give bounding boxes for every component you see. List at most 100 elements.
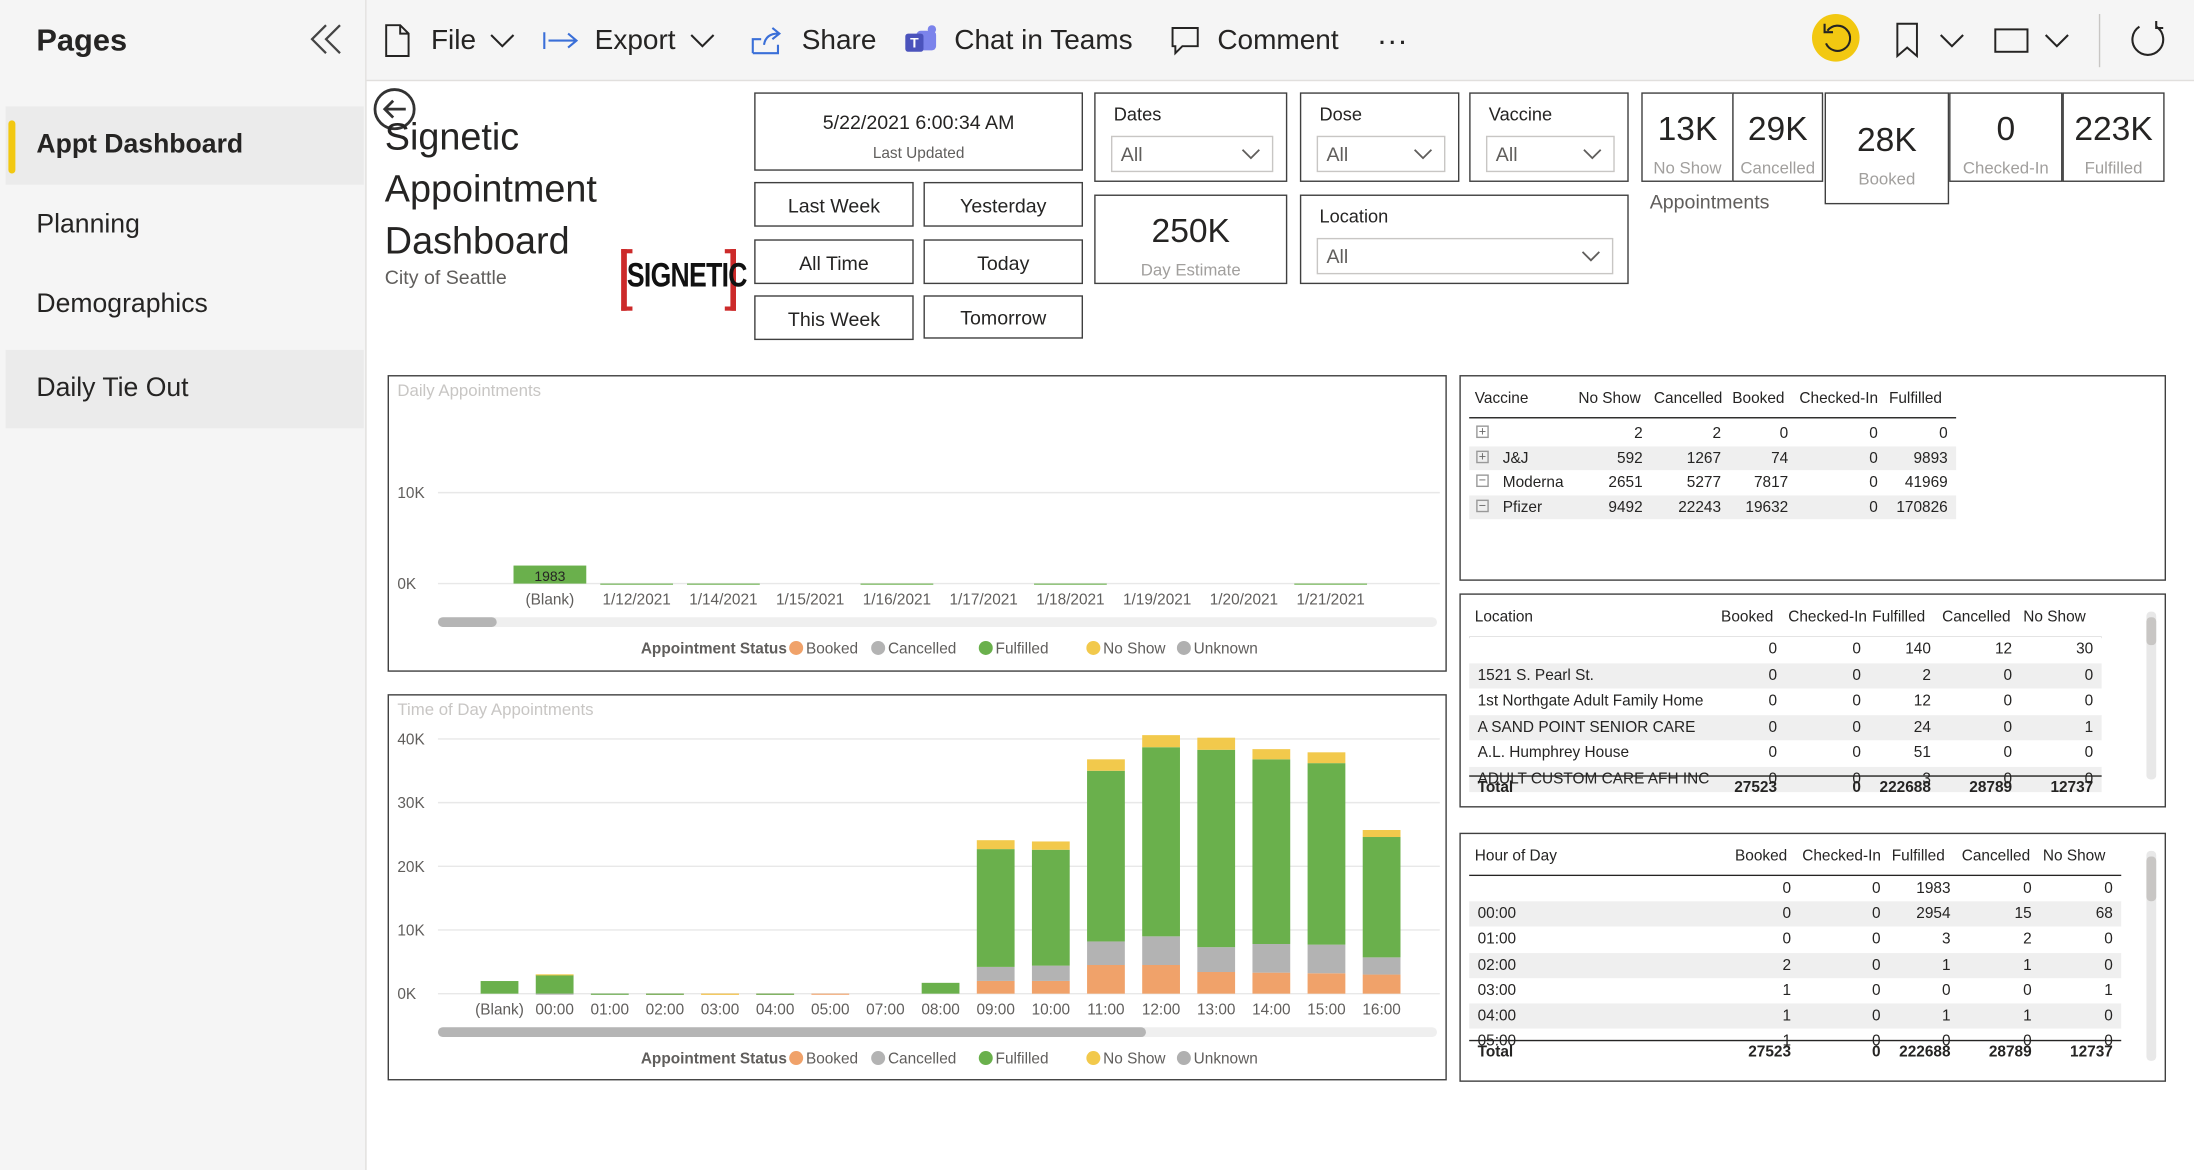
bar-segment-booked[interactable] [811,993,850,995]
bar-segment-fulfilled[interactable] [687,583,760,585]
bar-segment-fulfilled[interactable] [646,993,684,995]
bar-segment-no-show[interactable] [701,993,739,995]
bar-segment-fulfilled[interactable] [1294,583,1368,585]
expand-icon[interactable]: + [1476,449,1489,463]
column-header[interactable]: Booked [1729,848,1796,865]
column-header[interactable]: Checked-In [1797,848,1887,865]
vaccine-dropdown[interactable]: All [1485,135,1615,173]
bar-segment-fulfilled[interactable] [600,583,674,585]
last-week-button[interactable]: Last Week [754,181,914,227]
column-header[interactable]: Booked [1715,609,1782,626]
comment-button[interactable]: Comment [1170,20,1339,62]
bar-segment-cancelled[interactable] [1252,943,1291,973]
scrollbar-track[interactable] [437,617,1438,627]
bar-segment-cancelled[interactable] [535,993,574,995]
view-button[interactable] [1994,21,2072,60]
scrollbar-thumb[interactable] [437,617,497,627]
bar-segment-cancelled[interactable] [976,966,1015,981]
bar-segment-booked[interactable] [1031,980,1070,994]
location-table[interactable]: Location Booked Checked-In Fulfilled Cancell… [1459,593,2167,808]
column-header[interactable]: No Show [1573,390,1649,407]
bar-segment-fulfilled[interactable] [1087,770,1125,942]
dose-dropdown[interactable]: All [1316,135,1446,173]
column-header[interactable]: Checked-In [1783,609,1866,626]
bar-segment-cancelled[interactable] [1087,941,1125,966]
location-dropdown[interactable]: All [1316,237,1614,275]
today-button[interactable]: Today [923,239,1084,285]
vaccine-table[interactable]: Vaccine No Show Cancelled Booked Checked-In F… [1459,375,2167,581]
bar-segment-fulfilled[interactable] [860,583,934,585]
column-header[interactable]: Location [1469,609,1715,626]
bar-segment-booked[interactable] [1362,974,1401,994]
collapse-icon[interactable]: − [1476,498,1489,512]
bar-segment-no-show[interactable] [1142,735,1180,748]
bar-segment-fulfilled[interactable] [590,993,629,995]
bar-segment-booked[interactable] [1307,973,1346,994]
table-scrollbar-thumb[interactable] [2146,617,2157,646]
bar-segment-cancelled[interactable] [1031,965,1070,981]
bar-segment-fulfilled[interactable] [976,849,1015,967]
bar-segment-cancelled[interactable] [1362,957,1401,975]
bar-segment-fulfilled[interactable] [480,981,519,994]
scrollbar-thumb[interactable] [437,1027,1146,1038]
refresh-button[interactable] [2128,20,2167,66]
collapse-pane-icon[interactable] [305,20,347,62]
column-header[interactable]: Hour of Day [1469,848,1729,865]
column-header[interactable]: Checked-In [1794,390,1884,407]
bar-segment-fulfilled[interactable] [1252,759,1291,944]
yesterday-button[interactable]: Yesterday [923,181,1084,227]
bar-segment-fulfilled[interactable] [756,993,795,995]
bar-segment-booked[interactable] [1142,965,1180,994]
expand-icon[interactable]: + [1476,425,1489,439]
bar-segment-no-show[interactable] [1197,737,1236,750]
column-header[interactable]: Fulfilled [1883,390,1953,407]
export-menu-button[interactable]: Export [543,20,715,62]
page-tab-planning[interactable]: Planning [6,186,364,264]
column-header[interactable]: Booked [1727,390,1794,407]
bar-segment-fulfilled[interactable] [1031,849,1070,966]
bar-segment-no-show[interactable] [1252,749,1291,760]
bookmark-button[interactable] [1895,21,1965,60]
column-header[interactable]: No Show [2018,609,2099,626]
bar-segment-fulfilled[interactable] [1362,837,1401,958]
bar-segment-cancelled[interactable] [1142,936,1180,966]
column-header[interactable]: Cancelled [1956,848,2037,865]
column-header[interactable]: Fulfilled [1867,609,1937,626]
table-scrollbar-thumb[interactable] [2146,856,2157,902]
bar-segment-no-show[interactable] [976,840,1015,850]
bar-segment-fulfilled[interactable] [535,974,574,994]
bar-segment-fulfilled[interactable] [1142,747,1180,937]
share-button[interactable]: Share [750,20,876,62]
hour-of-day-table[interactable]: Hour of Day Booked Checked-In Fulfilled Canc… [1459,832,2167,1082]
more-options-button[interactable]: ··· [1377,20,1408,62]
bar-segment-booked[interactable] [1252,972,1291,994]
column-header[interactable]: Vaccine [1469,390,1573,407]
bar-segment-fulfilled[interactable] [1034,583,1107,585]
bar-segment-booked[interactable] [1197,972,1236,994]
bar-segment-cancelled[interactable] [1197,947,1236,973]
bar-segment-fulfilled[interactable] [1197,749,1236,948]
this-week-button[interactable]: This Week [754,295,914,341]
bar-segment-booked[interactable] [1087,965,1125,994]
reset-button[interactable] [1812,13,1860,62]
tomorrow-button[interactable]: Tomorrow [923,295,1084,339]
daily-appointments-visual[interactable]: Daily Appointments 0K 10K (Blank) 1/12/2021 1… [387,375,1447,672]
page-tab-demographics[interactable]: Demographics [6,266,364,344]
bar-segment-no-show[interactable] [535,974,574,976]
bar-segment-no-show[interactable] [1031,841,1070,850]
dates-dropdown[interactable]: All [1110,135,1274,173]
bar-segment-cancelled[interactable] [1307,944,1346,974]
column-header[interactable]: Fulfilled [1886,848,1956,865]
bar-segment-no-show[interactable] [1307,752,1346,764]
file-menu-button[interactable]: File [383,20,515,62]
bar-segment-fulfilled[interactable] [1307,763,1346,945]
bar-segment-no-show[interactable] [1087,759,1125,771]
page-tab-daily-tie-out[interactable]: Daily Tie Out [5,349,364,429]
bar-segment-no-show[interactable] [1362,830,1401,838]
column-header[interactable]: No Show [2037,848,2118,865]
time-of-day-visual[interactable]: Time of Day Appointments 0K 10K 20K 30K 40K (B… [387,694,1447,1081]
chat-in-teams-button[interactable]: T Chat in Teams [904,20,1133,62]
bar-segment-booked[interactable] [976,980,1015,994]
column-header[interactable]: Cancelled [1937,609,2018,626]
all-time-button[interactable]: All Time [754,239,914,285]
